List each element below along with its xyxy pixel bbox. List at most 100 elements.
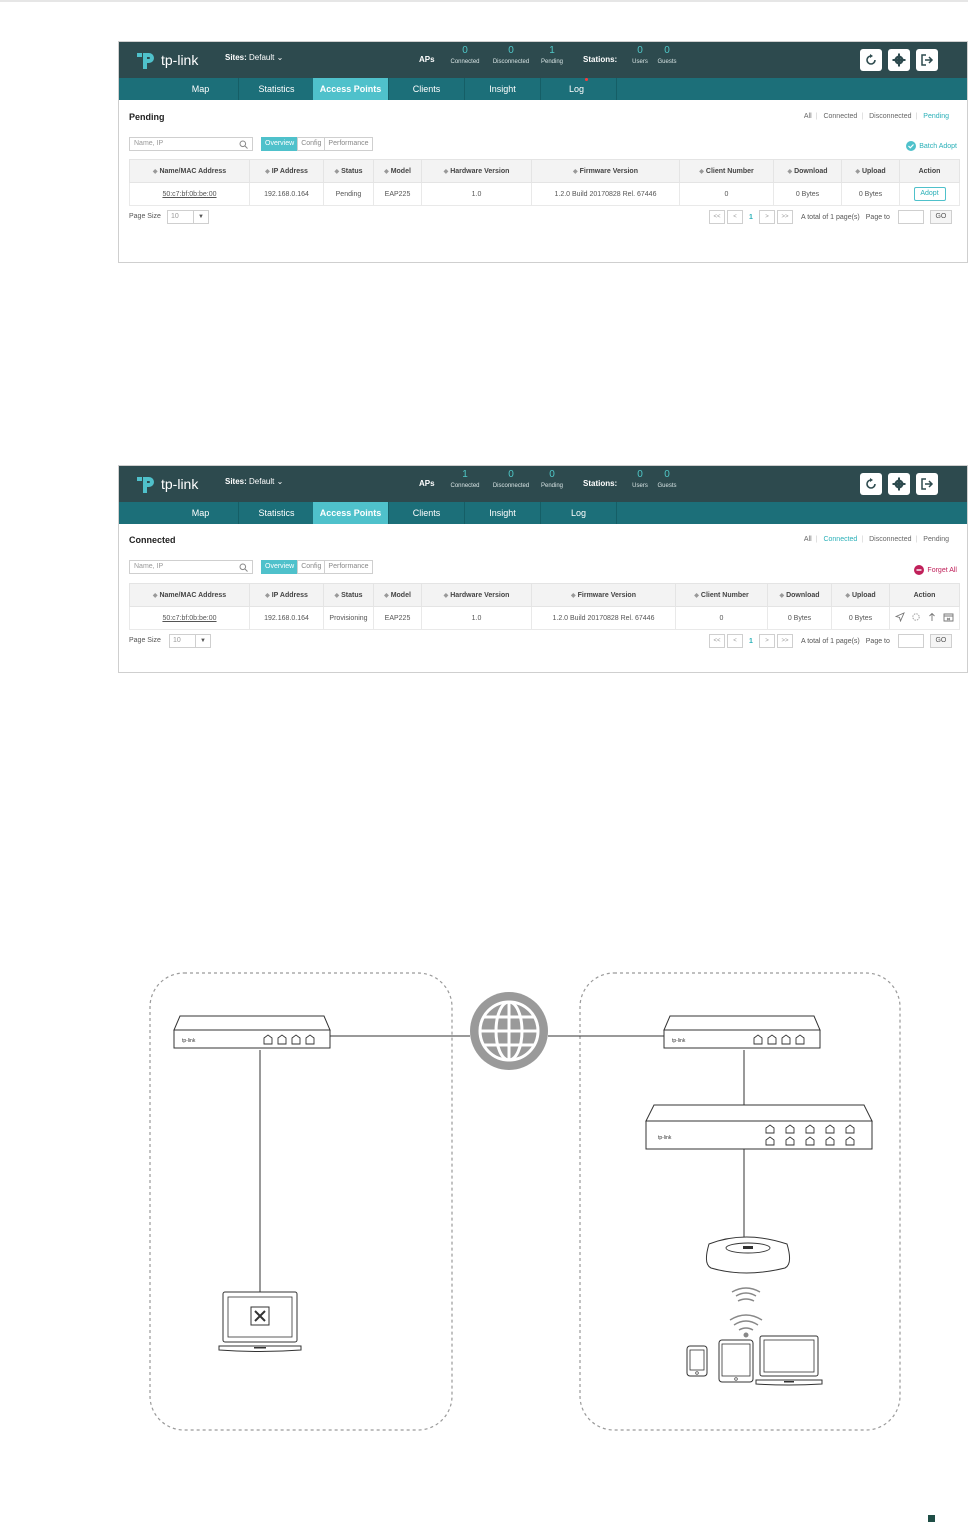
col-upload[interactable]: ◆ Upload — [841, 159, 900, 183]
adopt-button[interactable]: Adopt — [913, 187, 946, 201]
nav-insight[interactable]: Insight — [465, 78, 541, 100]
col-model[interactable]: ◆ Model — [373, 583, 422, 607]
first-page-button[interactable]: << — [709, 210, 725, 224]
nav-statistics[interactable]: Statistics — [239, 502, 315, 524]
ap-hw-version: 1.0 — [421, 606, 532, 630]
nav-log[interactable]: Log — [541, 502, 617, 524]
refresh-button[interactable] — [860, 49, 882, 71]
tab-config[interactable]: Config — [297, 137, 326, 151]
nav-map[interactable]: Map — [163, 502, 239, 524]
refresh-button[interactable] — [860, 473, 882, 495]
settings-button[interactable] — [888, 473, 910, 495]
current-page[interactable]: 1 — [745, 214, 757, 221]
aps-connected-stat[interactable]: 0 Connected — [443, 45, 487, 67]
nav-clients[interactable]: Clients — [389, 502, 465, 524]
app-header: tp-link Sites: Default ⌄ APs 1 Connected… — [119, 466, 967, 502]
nav-access-points[interactable]: Access Points — [313, 78, 389, 100]
last-page-button[interactable]: >> — [777, 210, 793, 224]
go-button[interactable]: GO — [929, 210, 952, 224]
col-client-number[interactable]: ◆ Client Number — [675, 583, 768, 607]
last-page-button[interactable]: >> — [777, 634, 793, 648]
search-input[interactable]: Name, IP — [129, 560, 253, 574]
col-ip[interactable]: ◆ IP Address — [249, 583, 324, 607]
logout-button[interactable] — [916, 49, 938, 71]
next-page-button[interactable]: > — [759, 210, 775, 224]
filter-pending[interactable]: Pending — [923, 113, 949, 120]
aps-pending-stat[interactable]: 0 Pending — [530, 469, 574, 491]
main-nav: Map Statistics Access Points Clients Ins… — [119, 502, 967, 524]
col-name-mac[interactable]: ◆ Name/MAC Address — [129, 159, 250, 183]
settings-button[interactable] — [888, 49, 910, 71]
sites-selector[interactable]: Sites: Default ⌄ — [225, 477, 283, 486]
forget-icon[interactable] — [943, 612, 954, 622]
search-input[interactable]: Name, IP — [129, 137, 253, 151]
reboot-icon[interactable] — [911, 612, 921, 622]
status-filters: All | Connected | Disconnected | Pending — [803, 113, 949, 120]
col-client-number[interactable]: ◆ Client Number — [679, 159, 774, 183]
go-button[interactable]: GO — [929, 634, 952, 648]
smartphone-icon — [686, 1345, 708, 1377]
nav-insight[interactable]: Insight — [465, 502, 541, 524]
ap-mac-link[interactable]: 50:c7:bf:0b:be:00 — [162, 615, 216, 622]
tp-link-logo[interactable]: tp-link — [135, 473, 199, 495]
col-hardware[interactable]: ◆ Hardware Version — [421, 583, 532, 607]
locate-icon[interactable] — [895, 612, 905, 622]
filter-disconnected[interactable]: Disconnected — [869, 113, 911, 120]
stations-label: Stations: — [583, 55, 618, 64]
col-download[interactable]: ◆ Download — [773, 159, 842, 183]
page-size-select[interactable]: 10 ▼ — [169, 634, 211, 648]
filter-connected[interactable]: Connected — [823, 536, 857, 543]
col-status[interactable]: ◆ Status — [323, 159, 374, 183]
tablet-icon — [718, 1339, 754, 1383]
col-firmware[interactable]: ◆ Firmware Version — [531, 583, 676, 607]
page-size-select[interactable]: 10 ▼ — [167, 210, 209, 224]
tp-link-logo[interactable]: tp-link — [135, 49, 199, 71]
tab-performance[interactable]: Performance — [324, 560, 373, 574]
col-upload[interactable]: ◆ Upload — [831, 583, 890, 607]
filter-all[interactable]: All — [804, 113, 812, 120]
next-page-button[interactable]: > — [759, 634, 775, 648]
ap-mac-link[interactable]: 50:c7:bf:0b:be:00 — [162, 191, 216, 198]
forget-all-button[interactable]: Forget All — [914, 565, 957, 575]
col-firmware[interactable]: ◆ Firmware Version — [531, 159, 680, 183]
top-rule — [0, 0, 968, 2]
upgrade-icon[interactable] — [927, 612, 937, 622]
filter-pending[interactable]: Pending — [923, 536, 949, 543]
filter-all[interactable]: All — [804, 536, 812, 543]
stations-guests-stat[interactable]: 0 Guests — [645, 469, 689, 491]
tab-overview[interactable]: Overview — [261, 137, 299, 151]
prev-page-button[interactable]: < — [727, 210, 743, 224]
col-download[interactable]: ◆ Download — [767, 583, 832, 607]
col-name-mac[interactable]: ◆ Name/MAC Address — [129, 583, 250, 607]
tab-config[interactable]: Config — [297, 560, 326, 574]
nav-map[interactable]: Map — [163, 78, 239, 100]
col-status[interactable]: ◆ Status — [323, 583, 374, 607]
aps-connected-stat[interactable]: 1 Connected — [443, 469, 487, 491]
aps-disconnected-stat[interactable]: 0 Disconnected — [489, 45, 533, 67]
col-ip[interactable]: ◆ IP Address — [249, 159, 324, 183]
page-title: Pending — [129, 112, 165, 122]
tab-overview[interactable]: Overview — [261, 560, 299, 574]
page-total: A total of 1 page(s) — [801, 213, 860, 221]
filter-connected[interactable]: Connected — [823, 113, 857, 120]
prev-page-button[interactable]: < — [727, 634, 743, 648]
router-brand-label: tp-link — [182, 1038, 196, 1044]
aps-pending-stat[interactable]: 1 Pending — [530, 45, 574, 67]
batch-adopt-button[interactable]: Batch Adopt — [906, 141, 957, 151]
page-to-input[interactable] — [897, 210, 924, 224]
nav-log[interactable]: Log — [541, 78, 617, 100]
logout-button[interactable] — [916, 473, 938, 495]
col-hardware[interactable]: ◆ Hardware Version — [421, 159, 532, 183]
nav-clients[interactable]: Clients — [389, 78, 465, 100]
current-page[interactable]: 1 — [745, 638, 757, 645]
page-to-input[interactable] — [897, 634, 924, 648]
stations-guests-stat[interactable]: 0 Guests — [645, 45, 689, 67]
nav-access-points[interactable]: Access Points — [313, 502, 389, 524]
aps-disconnected-stat[interactable]: 0 Disconnected — [489, 469, 533, 491]
tab-performance[interactable]: Performance — [324, 137, 373, 151]
first-page-button[interactable]: << — [709, 634, 725, 648]
col-model[interactable]: ◆ Model — [373, 159, 422, 183]
sites-selector[interactable]: Sites: Default ⌄ — [225, 53, 283, 62]
filter-disconnected[interactable]: Disconnected — [869, 536, 911, 543]
nav-statistics[interactable]: Statistics — [239, 78, 315, 100]
